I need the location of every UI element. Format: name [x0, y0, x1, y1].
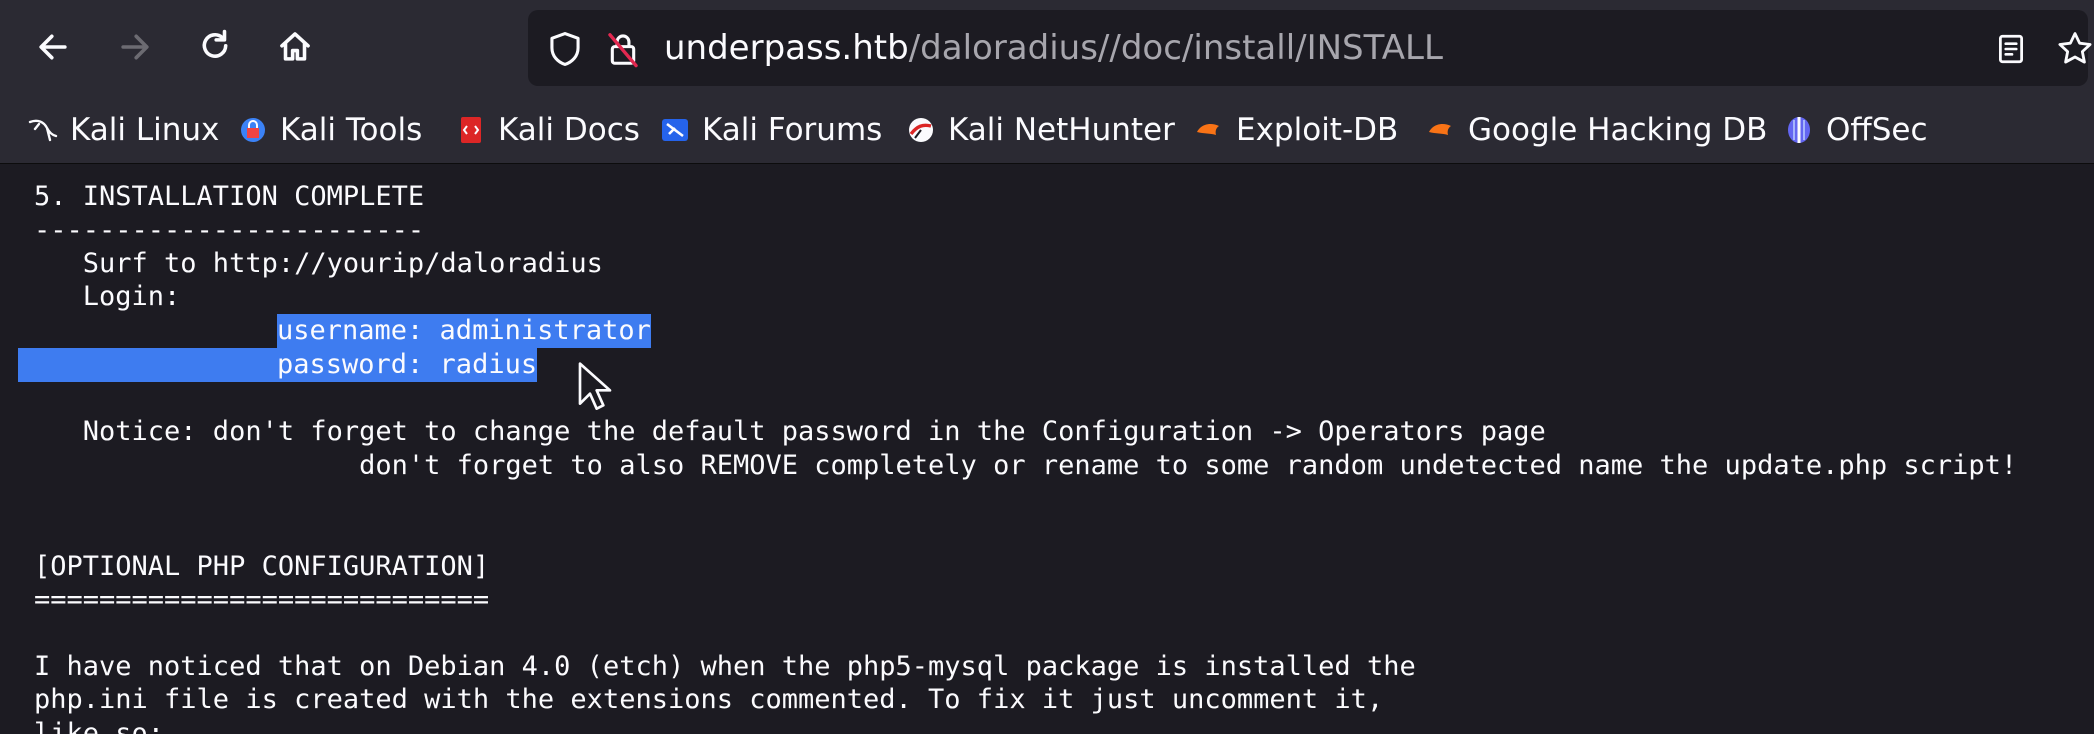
bookmark-label: Kali Tools	[280, 112, 423, 148]
forward-arrow-icon	[121, 34, 149, 60]
reader-view-icon[interactable]	[1988, 26, 2034, 72]
home-button[interactable]	[270, 14, 320, 80]
home-icon	[280, 32, 310, 61]
bookmark-label: OffSec	[1826, 112, 1928, 148]
insecure-lock-icon[interactable]	[600, 26, 646, 72]
notice-line: Notice: don't forget to change the defau…	[34, 416, 1546, 447]
url-bar[interactable]: underpass.htb/daloradius//doc/install/IN…	[528, 10, 2092, 86]
kali-nethunter-icon	[904, 113, 938, 147]
bookmarks-toolbar: Kali Linux Kali Tools Kali Docs Kali For…	[0, 96, 2094, 164]
bookmark-label: Kali Forums	[702, 112, 883, 148]
kali-docs-icon	[454, 113, 488, 147]
document-body: 5. INSTALLATION COMPLETE ---------------…	[0, 164, 2094, 734]
bookmark-kali-linux[interactable]: Kali Linux	[26, 96, 219, 164]
reload-icon	[202, 29, 228, 58]
section-heading: 5. INSTALLATION COMPLETE	[34, 181, 425, 212]
bookmark-kali-nethunter[interactable]: Kali NetHunter	[904, 96, 1175, 164]
bookmark-label: Kali NetHunter	[948, 112, 1175, 148]
bookmark-label: Kali Linux	[70, 112, 220, 148]
browser-toolbar: underpass.htb/daloradius//doc/install/IN…	[0, 0, 2094, 96]
username-line: username: administrator	[277, 314, 651, 348]
url-host: underpass.htb	[664, 28, 909, 68]
ghdb-icon	[1424, 113, 1458, 147]
bookmark-kali-forums[interactable]: Kali Forums	[658, 96, 882, 164]
paragraph-line-2: php.ini file is created with the extensi…	[34, 684, 1384, 715]
bookmark-offsec[interactable]: OffSec	[1782, 96, 1928, 164]
shield-icon[interactable]	[542, 26, 588, 72]
optional-heading: [OPTIONAL PHP CONFIGURATION]	[34, 551, 490, 582]
bookmark-label: Exploit-DB	[1236, 112, 1399, 148]
forward-button[interactable]	[110, 14, 160, 80]
mouse-pointer-icon	[578, 362, 612, 410]
exploit-db-icon	[1192, 113, 1226, 147]
back-arrow-icon	[39, 34, 67, 60]
notice-line-2: don't forget to also REMOVE completely o…	[34, 450, 2018, 481]
password-line: password: radius	[277, 348, 538, 382]
heading-rule: ------------------------	[34, 215, 425, 246]
bookmark-google-hacking-db[interactable]: Google Hacking DB	[1424, 96, 1767, 164]
bookmark-kali-docs[interactable]: Kali Docs	[454, 96, 640, 164]
reload-button[interactable]	[190, 14, 240, 80]
url-text[interactable]: underpass.htb/daloradius//doc/install/IN…	[664, 10, 1443, 86]
bookmark-star-icon[interactable]	[2050, 24, 2094, 74]
paragraph-line-3: like so:	[34, 718, 165, 734]
paragraph-line: I have noticed that on Debian 4.0 (etch)…	[34, 651, 1416, 682]
kali-tools-icon	[236, 113, 270, 147]
bookmark-kali-tools[interactable]: Kali Tools	[236, 96, 422, 164]
url-path: /daloradius//doc/install/INSTALL	[908, 28, 1443, 68]
optional-rule: ============================	[34, 584, 490, 615]
kali-forums-icon	[658, 113, 692, 147]
bookmark-label: Google Hacking DB	[1468, 112, 1768, 148]
kali-dragon-icon	[26, 113, 60, 147]
bookmark-label: Kali Docs	[498, 112, 640, 148]
login-label: Login:	[34, 281, 181, 312]
bookmark-exploit-db[interactable]: Exploit-DB	[1192, 96, 1398, 164]
surf-instruction: Surf to http://yourip/daloradius	[34, 248, 603, 279]
offsec-icon	[1782, 113, 1816, 147]
back-button[interactable]	[28, 14, 78, 80]
selection-highlight	[18, 348, 277, 382]
